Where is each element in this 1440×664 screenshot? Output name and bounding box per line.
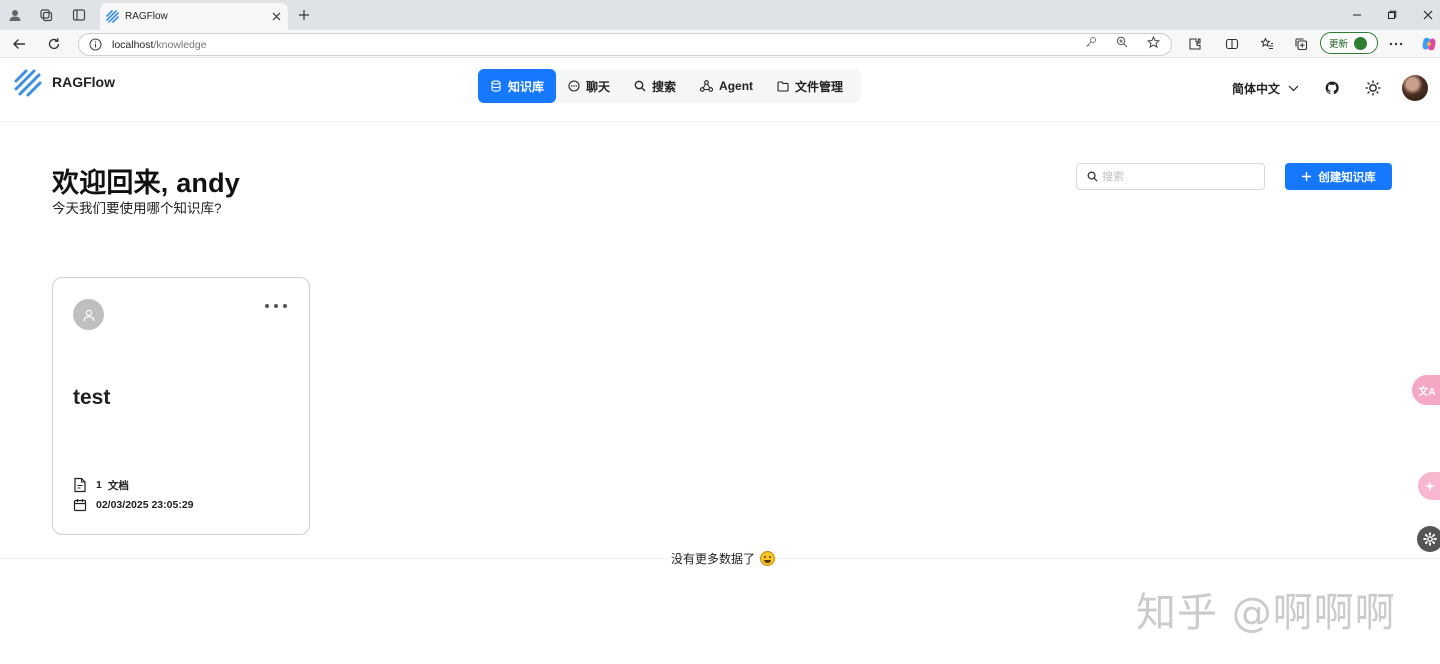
favorite-star-icon[interactable] [1146,35,1160,49]
browser-tab-active[interactable]: RAGFlow [100,3,288,30]
nav-chat[interactable]: 聊天 [556,69,622,103]
nav-label-agent: Agent [719,79,754,93]
nav-label-files: 文件管理 [795,79,844,94]
more-menu-icon[interactable] [1387,35,1405,53]
key-icon[interactable] [1084,35,1098,49]
workspaces-icon[interactable] [37,6,55,24]
update-badge-icon [1354,36,1368,50]
new-tab-icon[interactable] [295,6,313,24]
github-icon[interactable] [1321,77,1343,99]
doc-count-unit: 文档 [107,479,129,492]
create-button-label: 创建知识库 [1318,171,1376,184]
minimize-icon[interactable] [1348,6,1366,24]
card-more-options-icon[interactable] [263,298,289,314]
welcome-heading: 欢迎回来, andy [52,168,241,198]
language-selector[interactable]: 简体中文 [1232,80,1299,97]
extensions-icon[interactable] [1186,35,1204,53]
url-text: localhost/knowledge [112,38,207,51]
theme-sun-icon[interactable] [1362,77,1384,99]
reload-icon[interactable] [45,35,63,53]
nav-label-chat: 聊天 [586,79,611,94]
update-label: 更新 [1329,39,1349,50]
agent-graph-icon [700,80,714,92]
watermark-text: 知乎 @啊啊啊 [1136,590,1396,636]
nav-knowledge-base[interactable]: 知识库 [478,69,557,103]
restore-icon[interactable] [1383,6,1401,24]
search-input[interactable] [1102,170,1252,183]
nav-search[interactable]: 搜索 [622,69,688,103]
knowledge-base-card[interactable]: test 1 文档 02/03/2025 23:05:29 [52,277,310,535]
no-more-data-message: 没有更多数据了 [669,550,778,567]
user-avatar[interactable] [1402,75,1428,101]
nav-file-management[interactable]: 文件管理 [765,69,855,103]
document-icon [74,477,86,493]
assistant-float-button[interactable] [1418,472,1440,500]
favorites-list-icon[interactable] [1258,35,1276,53]
sparkle-icon [1425,481,1435,491]
app-logo[interactable]: RAGFlow [14,69,115,97]
zoom-icon[interactable] [1115,35,1129,49]
updated-value: 02/03/2025 23:05:29 [96,499,194,511]
kb-doc-count: 1 文档 [73,477,129,493]
app-header: RAGFlow 知识库 聊天 搜索 Agent 文件管理 简体中文 [0,59,1440,122]
nav-label-knowledge: 知识库 [508,79,545,94]
chat-icon [568,80,580,92]
nav-agent[interactable]: Agent [688,69,765,103]
close-window-icon[interactable] [1419,6,1437,24]
tab-title: RAGFlow [125,11,168,22]
search-icon [634,80,646,92]
kb-avatar-icon [73,299,104,330]
kb-updated-date: 02/03/2025 23:05:29 [73,498,194,512]
split-screen-icon[interactable] [1223,35,1241,53]
chevron-down-icon [1288,85,1299,91]
plus-icon [1302,172,1312,181]
ragflow-logo-icon [14,69,42,97]
browser-toolbar: localhost/knowledge [0,30,1440,58]
vertical-tabs-icon[interactable] [70,6,88,24]
browser-update-button[interactable]: 更新 [1320,32,1378,54]
copilot-icon[interactable] [1420,35,1438,53]
create-knowledge-base-button[interactable]: 创建知识库 [1285,163,1392,190]
main-navigation: 知识库 聊天 搜索 Agent 文件管理 [478,69,862,103]
app-name: RAGFlow [52,74,115,90]
address-bar[interactable]: localhost/knowledge [78,33,1172,56]
translate-float-button[interactable]: 文A [1412,375,1440,405]
calendar-icon [73,499,87,512]
language-label: 简体中文 [1231,81,1280,96]
profile-icon[interactable] [6,6,24,24]
header-actions: 简体中文 [1232,75,1440,101]
settings-gear-icon[interactable] [1417,526,1440,552]
close-tab-icon[interactable] [268,9,284,25]
translate-icon-label: 文A [1418,386,1436,398]
folder-icon [777,80,789,92]
welcome-subtitle: 今天我们要使用哪个知识库? [52,201,222,216]
back-arrow-icon[interactable] [10,35,28,53]
collections-icon[interactable] [1292,35,1310,53]
knowledge-search[interactable] [1076,163,1265,190]
ragflow-favicon [106,10,119,23]
doc-count-value: 1 [96,479,102,491]
kb-name: test [73,386,111,409]
no-more-text: 没有更多数据了 [671,552,756,566]
nav-label-search: 搜索 [652,79,677,94]
search-icon [1087,171,1098,182]
site-info-icon[interactable] [89,38,102,51]
browser-tab-strip: RAGFlow [0,0,1440,30]
grinning-emoji-icon [760,551,776,566]
database-icon [491,80,501,92]
